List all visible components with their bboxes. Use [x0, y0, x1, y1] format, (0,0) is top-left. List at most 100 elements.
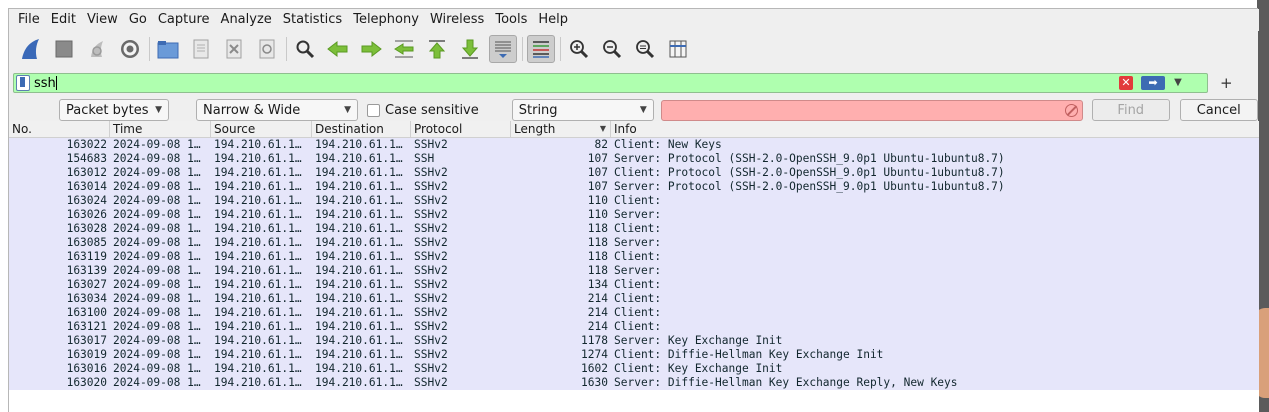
zoom-in-icon[interactable]	[565, 35, 593, 63]
cell-info: Server: Key Exchange Init	[614, 334, 783, 347]
table-row[interactable]: 163100 2024-09-08 1… 194.210.61.1… 194.210.…	[9, 306, 1259, 320]
go-forward-icon[interactable]	[357, 35, 385, 63]
table-row[interactable]: 154683 2024-09-08 1… 194.210.61.1… 194.210.…	[9, 152, 1259, 166]
filter-history-chevron-down-icon[interactable]: ▼	[1171, 75, 1185, 91]
cell-destination: 194.210.61.1…	[315, 334, 403, 347]
first-packet-icon[interactable]	[423, 35, 451, 63]
clear-filter-icon[interactable]: ✕	[1119, 76, 1133, 90]
table-row[interactable]: 163012 2024-09-08 1… 194.210.61.1… 194.210.…	[9, 166, 1259, 180]
normal-size-icon[interactable]	[631, 35, 659, 63]
cell-length: 118	[587, 264, 608, 277]
cell-no: 163012	[66, 166, 107, 179]
zoom-out-icon[interactable]	[598, 35, 626, 63]
table-row[interactable]: 163028 2024-09-08 1… 194.210.61.1… 194.210.…	[9, 222, 1259, 236]
table-row[interactable]: 163085 2024-09-08 1… 194.210.61.1… 194.210.…	[9, 236, 1259, 250]
save-file-icon[interactable]	[187, 35, 215, 63]
table-row[interactable]: 163026 2024-09-08 1… 194.210.61.1… 194.210.…	[9, 208, 1259, 222]
table-row[interactable]: 163014 2024-09-08 1… 194.210.61.1… 194.210.…	[9, 180, 1259, 194]
cell-destination: 194.210.61.1…	[315, 264, 403, 277]
menu-statistics[interactable]: Statistics	[278, 9, 347, 31]
find-packet-icon[interactable]	[291, 35, 319, 63]
reload-icon[interactable]	[253, 35, 281, 63]
column-header-no[interactable]: No.	[9, 121, 110, 137]
add-filter-button-plus-icon[interactable]: +	[1220, 74, 1233, 92]
column-header-protocol[interactable]: Protocol	[411, 121, 511, 137]
table-row[interactable]: 163139 2024-09-08 1… 194.210.61.1… 194.210.…	[9, 264, 1259, 278]
cell-time: 2024-09-08 1…	[113, 348, 201, 361]
cell-no: 163034	[66, 292, 107, 305]
toolbar-separator	[522, 37, 523, 61]
table-row[interactable]: 163022 2024-09-08 1… 194.210.61.1… 194.210.…	[9, 138, 1259, 152]
menu-help[interactable]: Help	[533, 9, 573, 31]
menu-file[interactable]: File	[13, 9, 45, 31]
column-header-destination[interactable]: Destination	[312, 121, 411, 137]
apply-filter-arrow-icon[interactable]: ➡	[1141, 76, 1165, 90]
cell-destination: 194.210.61.1…	[315, 376, 403, 389]
menu-capture[interactable]: Capture	[153, 9, 215, 31]
table-row[interactable]: 163020 2024-09-08 1… 194.210.61.1… 194.210.…	[9, 376, 1259, 390]
table-row[interactable]: 163027 2024-09-08 1… 194.210.61.1… 194.210.…	[9, 278, 1259, 292]
go-back-icon[interactable]	[324, 35, 352, 63]
stop-icon[interactable]	[50, 35, 78, 63]
column-header-length[interactable]: Length ▼	[511, 121, 611, 137]
cell-source: 194.210.61.1…	[214, 194, 302, 207]
cell-length: 107	[587, 152, 608, 165]
search-in-dropdown[interactable]: Packet bytes ▼	[59, 99, 169, 121]
cell-no: 163119	[66, 250, 107, 263]
sort-descending-icon: ▼	[599, 124, 606, 133]
table-row[interactable]: 163034 2024-09-08 1… 194.210.61.1… 194.210.…	[9, 292, 1259, 306]
cell-no: 154683	[66, 152, 107, 165]
restart-icon[interactable]	[83, 35, 111, 63]
cell-protocol: SSHv2	[414, 166, 448, 179]
menu-tools[interactable]: Tools	[490, 9, 532, 31]
menu-analyze[interactable]: Analyze	[216, 9, 277, 31]
case-sensitive-checkbox[interactable]	[367, 103, 380, 117]
menu-telephony[interactable]: Telephony	[348, 9, 424, 31]
auto-scroll-icon[interactable]	[489, 35, 517, 63]
find-text-input[interactable]	[660, 99, 1083, 121]
cell-source: 194.210.61.1…	[214, 264, 302, 277]
table-row[interactable]: 163121 2024-09-08 1… 194.210.61.1… 194.210.…	[9, 320, 1259, 334]
colorize-icon[interactable]	[527, 35, 555, 63]
display-filter-input[interactable]: ssh ✕ ➡ ▼	[13, 73, 1208, 93]
table-row[interactable]: 163019 2024-09-08 1… 194.210.61.1… 194.210.…	[9, 348, 1259, 362]
menu-wireless[interactable]: Wireless	[425, 9, 489, 31]
go-to-packet-icon[interactable]	[390, 35, 418, 63]
menu-go[interactable]: Go	[124, 9, 152, 31]
cell-source: 194.210.61.1…	[214, 138, 302, 151]
column-header-source[interactable]: Source	[211, 121, 312, 137]
cell-time: 2024-09-08 1…	[113, 250, 201, 263]
cell-time: 2024-09-08 1…	[113, 362, 201, 375]
cell-source: 194.210.61.1…	[214, 166, 302, 179]
column-header-info[interactable]: Info	[611, 121, 1259, 137]
cell-source: 194.210.61.1…	[214, 292, 302, 305]
invalid-no-entry-icon	[1064, 103, 1078, 117]
display-filter-bar: ssh ✕ ➡ ▼ +	[13, 72, 1253, 94]
capture-options-gear-icon[interactable]	[116, 35, 144, 63]
table-row[interactable]: 163119 2024-09-08 1… 194.210.61.1… 194.210.…	[9, 250, 1259, 264]
cancel-button[interactable]: Cancel	[1179, 99, 1258, 121]
chevron-down-icon: ▼	[639, 105, 647, 115]
open-folder-icon[interactable]	[154, 35, 182, 63]
filter-bookmark-icon[interactable]	[16, 75, 30, 91]
cell-protocol: SSHv2	[414, 362, 448, 375]
close-file-icon[interactable]	[220, 35, 248, 63]
packet-list-rows: 163022 2024-09-08 1… 194.210.61.1… 194.210.…	[9, 138, 1259, 390]
packet-list-header: No. Time Source Destination Protocol Len…	[9, 121, 1259, 138]
last-packet-icon[interactable]	[456, 35, 484, 63]
table-row[interactable]: 163016 2024-09-08 1… 194.210.61.1… 194.210.…	[9, 362, 1259, 376]
search-type-dropdown[interactable]: String ▼	[511, 99, 654, 121]
cell-length: 82	[594, 138, 608, 151]
cell-time: 2024-09-08 1…	[113, 152, 201, 165]
menu-edit[interactable]: Edit	[46, 9, 81, 31]
shark-fin-start-icon[interactable]	[17, 35, 45, 63]
column-header-time[interactable]: Time	[110, 121, 211, 137]
find-button[interactable]: Find	[1091, 99, 1170, 121]
menu-view[interactable]: View	[82, 9, 123, 31]
cell-protocol: SSHv2	[414, 320, 448, 333]
table-row[interactable]: 163024 2024-09-08 1… 194.210.61.1… 194.210.…	[9, 194, 1259, 208]
resize-columns-icon[interactable]	[664, 35, 692, 63]
table-row[interactable]: 163017 2024-09-08 1… 194.210.61.1… 194.210.…	[9, 334, 1259, 348]
character-width-dropdown[interactable]: Narrow & Wide ▼	[196, 99, 358, 121]
cell-protocol: SSHv2	[414, 208, 448, 221]
